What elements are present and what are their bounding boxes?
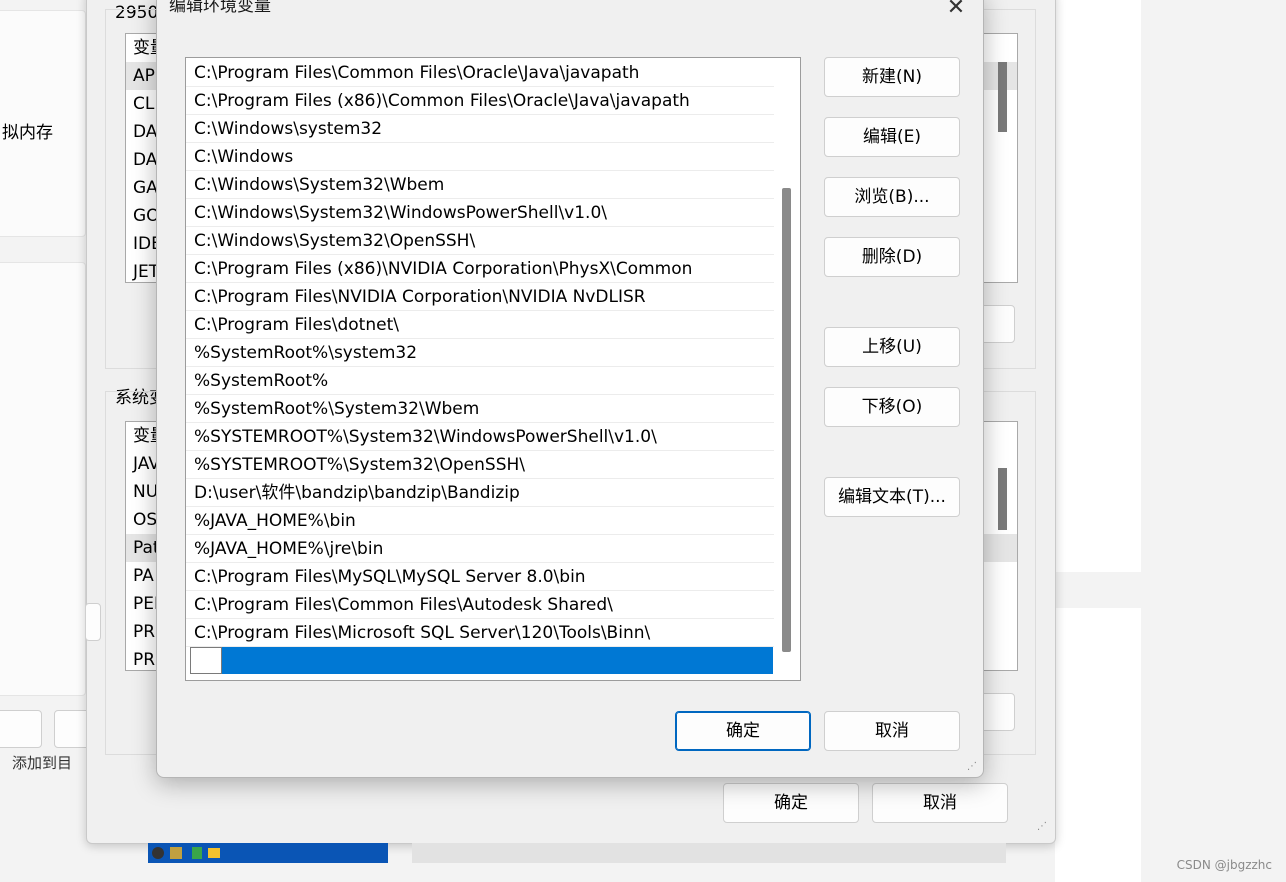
dialog-title: 编辑环境变量 — [169, 0, 271, 16]
watermark: CSDN @jbgzzhc — [1176, 858, 1272, 872]
move-up-button[interactable]: 上移(U) — [824, 327, 960, 367]
path-item[interactable]: %SystemRoot% — [186, 368, 774, 395]
move-down-button[interactable]: 下移(O) — [824, 387, 960, 427]
path-item[interactable]: C:\Windows — [186, 144, 774, 171]
path-item[interactable]: %SYSTEMROOT%\System32\WindowsPowerShell\… — [186, 424, 774, 451]
path-list[interactable]: C:\Program Files\Common Files\Oracle\Jav… — [185, 57, 801, 681]
path-item[interactable]: C:\Program Files\MySQL\MySQL Server 8.0\… — [186, 564, 774, 591]
resize-grip-icon[interactable]: ⋰ — [967, 761, 977, 772]
background-label-virtual-memory: 拟内存 — [2, 123, 53, 143]
path-item[interactable]: %SystemRoot%\system32 — [186, 340, 774, 367]
path-item[interactable]: C:\Windows\System32\WindowsPowerShell\v1… — [186, 200, 774, 227]
edit-text-button[interactable]: 编辑文本(T)... — [824, 477, 960, 517]
path-item[interactable]: %SYSTEMROOT%\System32\OpenSSH\ — [186, 452, 774, 479]
folder-icon — [208, 848, 220, 858]
scrollbar-thumb[interactable] — [998, 468, 1007, 530]
cancel-button[interactable]: 取消 — [824, 711, 960, 751]
path-item[interactable]: %JAVA_HOME%\bin — [186, 508, 774, 535]
path-item[interactable]: C:\Windows\System32\OpenSSH\ — [186, 228, 774, 255]
resize-grip-icon[interactable]: ⋰ — [1037, 821, 1047, 832]
path-item[interactable]: %JAVA_HOME%\jre\bin — [186, 536, 774, 563]
browse-button[interactable]: 浏览(B)... — [824, 177, 960, 217]
path-item[interactable]: C:\Program Files\Common Files\Autodesk S… — [186, 592, 774, 619]
background-checkbox-label: 添加到目 — [12, 754, 73, 772]
selected-new-path-row[interactable] — [190, 647, 773, 674]
new-path-input[interactable] — [190, 647, 222, 674]
delete-button[interactable]: 删除(D) — [824, 237, 960, 277]
path-item[interactable]: C:\Program Files (x86)\NVIDIA Corporatio… — [186, 256, 774, 283]
app-icon — [192, 847, 202, 859]
path-item[interactable]: D:\user\软件\bandzip\bandzip\Bandizip — [186, 480, 774, 507]
app-icon — [152, 847, 164, 859]
background-button — [0, 710, 42, 748]
outer-cancel-button[interactable]: 取消 — [872, 783, 1008, 823]
background-right-strip — [1141, 0, 1286, 882]
path-item[interactable]: C:\Program Files\Microsoft SQL Server\12… — [186, 620, 774, 647]
path-item[interactable]: C:\Windows\system32 — [186, 116, 774, 143]
edit-environment-variable-dialog: 编辑环境变量 ✕ C:\Program Files\Common Files\O… — [156, 0, 984, 778]
scrollbar-thumb[interactable] — [998, 62, 1007, 132]
background-app-left: 拟内存 添加到目 — [0, 0, 94, 882]
app-icon — [170, 847, 182, 859]
path-item[interactable]: C:\Program Files (x86)\Common Files\Orac… — [186, 88, 774, 115]
scrollbar-thumb[interactable] — [782, 188, 791, 652]
path-item[interactable]: C:\Program Files\NVIDIA Corporation\NVID… — [186, 284, 774, 311]
path-item[interactable]: %SystemRoot%\System32\Wbem — [186, 396, 774, 423]
path-item[interactable]: C:\Program Files\Common Files\Oracle\Jav… — [186, 60, 774, 87]
close-icon[interactable]: ✕ — [939, 0, 973, 19]
background-button — [85, 603, 101, 641]
taskbar-thumbnail — [148, 843, 388, 863]
outer-ok-button[interactable]: 确定 — [723, 783, 859, 823]
edit-button[interactable]: 编辑(E) — [824, 117, 960, 157]
path-item[interactable]: C:\Program Files\dotnet\ — [186, 312, 774, 339]
ok-button[interactable]: 确定 — [675, 711, 811, 751]
background-right-panel — [1055, 0, 1141, 572]
new-button[interactable]: 新建(N) — [824, 57, 960, 97]
path-item[interactable]: C:\Windows\System32\Wbem — [186, 172, 774, 199]
taskbar-thumbnail — [412, 843, 1006, 863]
background-card — [0, 262, 86, 696]
background-right-panel — [1055, 608, 1141, 882]
